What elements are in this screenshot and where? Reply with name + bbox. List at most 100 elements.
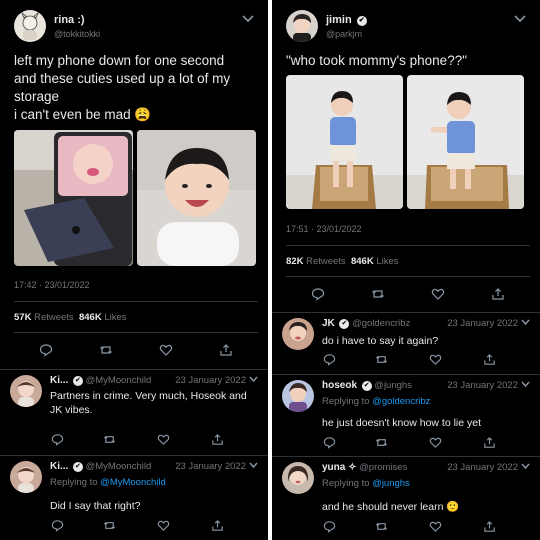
retweet-icon[interactable] [374,520,388,534]
display-name: jimin ✔ [326,14,367,26]
tweet-timestamp[interactable]: 17:42 · 23/01/2022 [14,280,90,290]
tweet-photo-child-left[interactable] [286,75,403,209]
reply-header: Ki... ✔ @MyMoonchild 23 January 2022 [50,375,258,386]
share-icon[interactable] [490,287,506,303]
verified-icon: ✔ [339,319,350,329]
chevron-down-icon[interactable] [249,461,258,472]
verified-icon: ✔ [361,381,372,391]
retweet-icon[interactable] [102,433,116,447]
share-icon[interactable] [482,353,496,367]
display-name-text[interactable]: jimin [326,14,352,26]
reply-date[interactable]: 23 January 2022 [175,461,246,472]
avatar[interactable] [282,380,314,412]
user-handle[interactable]: @junghs [374,380,412,391]
user-handle[interactable]: @MyMoonchild [86,375,152,386]
retweet-icon[interactable] [98,343,114,359]
reply-date[interactable]: 23 January 2022 [175,375,246,386]
tweet-photo-child[interactable] [137,130,256,266]
replying-to-link[interactable]: @junghs [372,478,410,489]
likes-label[interactable]: Likes [104,312,126,323]
reply-text: Did I say that right? [50,500,141,512]
retweet-icon[interactable] [370,287,386,303]
like-count[interactable]: 846K [79,312,102,323]
like-icon[interactable] [158,343,174,359]
display-name[interactable]: Ki... [50,375,68,386]
retweet-count[interactable]: 57K [14,312,31,323]
retweet-icon[interactable] [374,436,388,450]
share-icon[interactable] [210,433,224,447]
replying-to-link[interactable]: @MyMoonchild [100,477,166,488]
retweet-count[interactable]: 82K [286,256,303,267]
reply-tweet[interactable]: Ki... ✔ @MyMoonchild 23 January 2022 Par… [0,369,268,455]
avatar[interactable] [282,318,314,350]
user-handle[interactable]: @promises [359,462,407,473]
retweets-label[interactable]: Retweets [306,256,346,267]
chevron-down-icon[interactable] [249,375,258,386]
retweets-label[interactable]: Retweets [34,312,74,323]
display-name[interactable]: rina :) [54,14,85,26]
like-icon[interactable] [156,519,170,533]
chevron-down-icon[interactable] [242,14,254,26]
divider [286,245,530,246]
tweet-photo-child-right[interactable] [407,75,524,209]
replying-to: Replying to @junghs [322,478,410,489]
chevron-down-icon[interactable] [514,14,526,26]
avatar[interactable] [14,10,46,42]
divider [272,374,540,375]
like-icon[interactable] [430,287,446,303]
reply-icon[interactable] [50,433,64,447]
reply-tweet[interactable]: JK ✔ @goldencribz 23 January 2022 do i h… [272,312,540,374]
user-handle[interactable]: @parkjm [326,29,362,39]
user-handle[interactable]: @goldencribz [352,318,410,329]
retweet-icon[interactable] [374,353,388,367]
avatar[interactable] [286,10,318,42]
display-name[interactable]: yuna ✧ [322,462,357,473]
display-name[interactable]: JK [322,318,335,329]
avatar[interactable] [282,462,314,494]
chevron-down-icon[interactable] [521,380,530,391]
display-name[interactable]: Ki... [50,461,68,472]
tweet-actions [286,287,530,303]
share-icon[interactable] [210,519,224,533]
like-icon[interactable] [156,433,170,447]
reply-text: Partners in crime. Very much, Hoseok and… [50,390,247,416]
share-icon[interactable] [218,343,234,359]
reply-icon[interactable] [322,353,336,367]
reply-text: and he should never learn 🙂 [322,501,460,513]
likes-label[interactable]: Likes [376,256,398,267]
reply-tweet[interactable]: Ki... ✔ @MyMoonchild 23 January 2022 Rep… [0,455,268,540]
reply-text: do i have to say it again? [322,335,439,347]
avatar[interactable] [10,461,42,493]
user-handle[interactable]: @tokkitokki [54,29,100,39]
reply-icon[interactable] [322,436,336,450]
replying-to: Replying to @MyMoonchild [50,477,166,488]
chevron-down-icon[interactable] [521,462,530,473]
like-count[interactable]: 846K [351,256,374,267]
reply-date[interactable]: 23 January 2022 [447,380,518,391]
reply-header: yuna ✧ @promises 23 January 2022 [322,462,530,473]
reply-icon[interactable] [310,287,326,303]
avatar[interactable] [10,375,42,407]
reply-date[interactable]: 23 January 2022 [447,318,518,329]
like-icon[interactable] [428,353,442,367]
chevron-down-icon[interactable] [521,318,530,329]
tweet-photo-phone[interactable] [14,130,133,266]
retweet-icon[interactable] [102,519,116,533]
reply-tweet[interactable]: hoseok ✔ @junghs 23 January 2022 Replyin… [272,374,540,456]
reply-icon[interactable] [50,519,64,533]
tweet-timestamp[interactable]: 17:51 · 23/01/2022 [286,224,362,234]
replying-to-link[interactable]: @goldencribz [372,396,430,407]
reply-tweet[interactable]: yuna ✧ @promises 23 January 2022 Replyin… [272,456,540,540]
like-icon[interactable] [428,436,442,450]
tweet-header: jimin ✔ @parkjm [286,8,530,44]
reply-actions [322,520,530,534]
reply-date[interactable]: 23 January 2022 [447,462,518,473]
reply-icon[interactable] [38,343,54,359]
share-icon[interactable] [482,520,496,534]
share-icon[interactable] [482,436,496,450]
like-icon[interactable] [428,520,442,534]
user-handle[interactable]: @MyMoonchild [86,461,152,472]
tweet-actions [14,343,258,359]
reply-icon[interactable] [322,520,336,534]
display-name[interactable]: hoseok [322,380,357,391]
